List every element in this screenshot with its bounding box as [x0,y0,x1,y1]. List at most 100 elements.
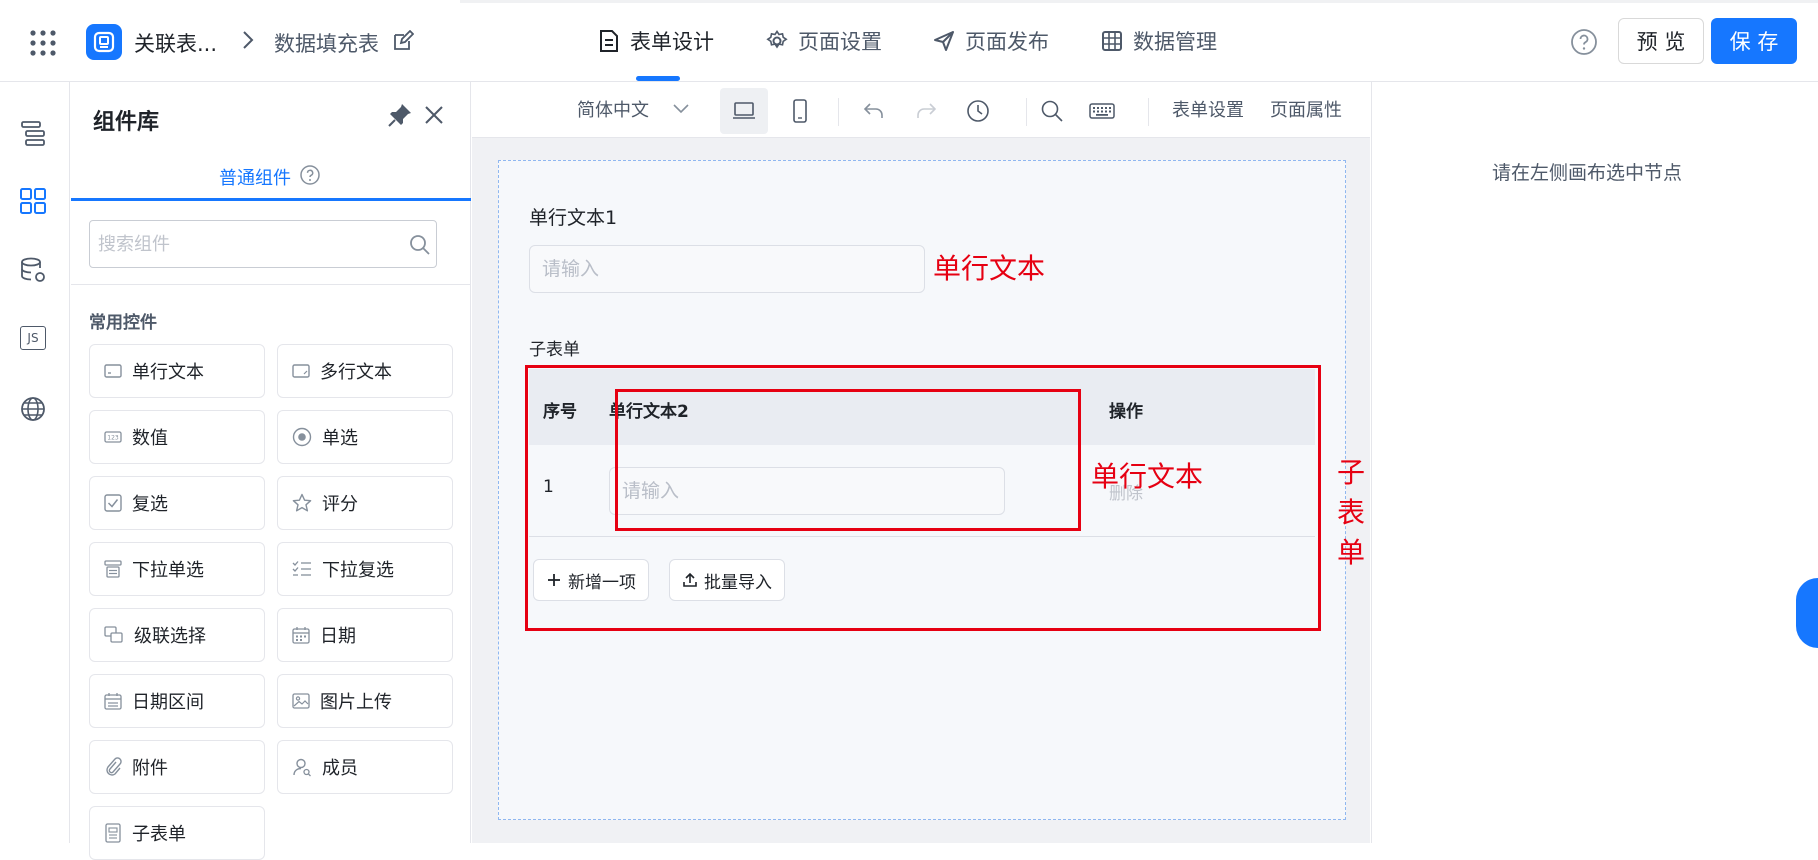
dropdown-single-icon [104,560,122,578]
tab-label: 表单设计 [630,30,714,54]
search-icon [1041,100,1063,122]
search-icon[interactable] [408,233,432,257]
star-icon [292,493,312,512]
radio-icon [292,427,312,447]
column-header-index: 序号 [543,402,577,422]
image-upload-icon [292,693,310,709]
tab-label: 页面发布 [965,30,1049,54]
single-text-1-input[interactable] [530,246,924,292]
send-icon [934,31,954,51]
component-label: 数值 [132,428,168,449]
component-cascade-select[interactable]: 级联选择 [89,608,265,662]
empty-selection-hint: 请在左侧画布选中节点 [1492,162,1683,184]
search-input[interactable] [98,231,388,257]
batch-import-button[interactable]: 批量导入 [669,559,785,601]
pin-icon[interactable] [387,102,413,128]
component-label: 日期区间 [132,692,204,713]
component-label: 单行文本 [132,362,204,383]
search-button[interactable] [1028,88,1076,134]
edit-icon[interactable] [392,30,414,52]
left-rail: JS [0,82,70,843]
history-button[interactable] [954,88,1002,134]
form-canvas[interactable]: 单行文本1 子表单 序号 单行文本2 操作 1 删除 [498,160,1365,820]
app-logo-icon[interactable] [86,24,122,60]
component-label: 评分 [322,494,358,515]
help-icon[interactable] [299,164,321,186]
field-label-subform: 子表单 [529,340,580,360]
component-label: 附件 [132,758,168,779]
keyboard-shortcuts-button[interactable] [1078,88,1126,134]
checkbox-icon [104,494,122,512]
redo-button[interactable] [902,88,950,134]
component-date-range[interactable]: 日期区间 [89,674,265,728]
tab-form-design[interactable]: 表单设计 [598,26,714,56]
redo-icon [917,103,937,118]
single-text-2-field [609,467,1005,515]
multi-line-text-icon [292,364,310,378]
component-image-upload[interactable]: 图片上传 [277,674,453,728]
tab-label: 数据管理 [1133,30,1217,54]
component-label: 图片上传 [320,692,392,713]
component-multi-line-text[interactable]: 多行文本 [277,344,453,398]
tab-data-management[interactable]: 数据管理 [1101,26,1217,56]
floating-assistant-handle[interactable] [1796,578,1818,648]
canvas-toolbar: 简体中文 表单设置 页面属性 [472,82,1370,138]
grid-icon [1102,31,1122,51]
active-tab-indicator [636,76,680,81]
page-properties-link[interactable]: 页面属性 [1270,96,1342,122]
paperclip-icon [106,757,122,776]
tab-common-components[interactable]: 普通组件 [219,164,291,190]
component-attachment[interactable]: 附件 [89,740,265,794]
component-label: 级联选择 [134,626,206,647]
component-library-panel: 组件库 普通组件 常用控件 单行文本 多行文本 [71,82,471,860]
tab-page-publish[interactable]: 页面发布 [933,26,1049,56]
component-label: 复选 [132,494,168,515]
number-icon-text: 123 [107,435,119,442]
apps-grid-icon[interactable] [28,28,58,58]
add-row-button[interactable]: 新增一项 [533,559,649,601]
js-icon[interactable]: JS [20,326,46,350]
preview-button[interactable]: 预 览 [1618,18,1704,64]
components-icon[interactable] [18,186,48,216]
upload-icon [683,572,697,587]
help-icon[interactable] [1570,28,1598,56]
plus-icon [548,574,560,586]
single-text-2-input[interactable] [610,468,1004,514]
component-label: 下拉复选 [322,560,394,581]
save-button[interactable]: 保 存 [1711,18,1797,64]
component-checkbox[interactable]: 复选 [89,476,265,530]
property-panel: 请在左侧画布选中节点 [1371,82,1818,843]
mobile-icon [793,99,807,123]
tab-label: 页面设置 [798,30,882,54]
outline-icon[interactable] [18,118,48,148]
header-top-line [460,0,1818,3]
component-date[interactable]: 日期 [277,608,453,662]
globe-icon[interactable] [18,394,48,424]
section-title: 常用控件 [89,313,157,333]
document-icon [600,30,618,52]
language-value: 简体中文 [577,100,649,121]
tab-page-settings[interactable]: 页面设置 [766,26,882,56]
mobile-view-button[interactable] [776,88,824,134]
undo-button[interactable] [850,88,898,134]
close-icon[interactable] [423,104,445,126]
component-number[interactable]: 123 数值 [89,410,265,464]
language-select[interactable]: 简体中文 [577,96,689,122]
form-settings-link[interactable]: 表单设置 [1172,96,1244,122]
component-radio[interactable]: 单选 [277,410,453,464]
add-row-label: 新增一项 [568,572,636,593]
js-icon-label: JS [27,331,39,345]
gear-icon [766,30,788,49]
component-member[interactable]: 成员 [277,740,453,794]
component-label: 成员 [322,758,358,779]
row-index: 1 [543,477,554,497]
component-dropdown-single[interactable]: 下拉单选 [89,542,265,596]
single-text-1-field [529,245,925,293]
component-single-line-text[interactable]: 单行文本 [89,344,265,398]
component-subform[interactable]: 子表单 [89,806,265,860]
app-name-breadcrumb[interactable]: 关联表... [134,28,217,58]
component-rating[interactable]: 评分 [277,476,453,530]
desktop-view-button[interactable] [720,88,768,134]
datasource-icon[interactable] [18,256,48,286]
component-dropdown-multi[interactable]: 下拉复选 [277,542,453,596]
